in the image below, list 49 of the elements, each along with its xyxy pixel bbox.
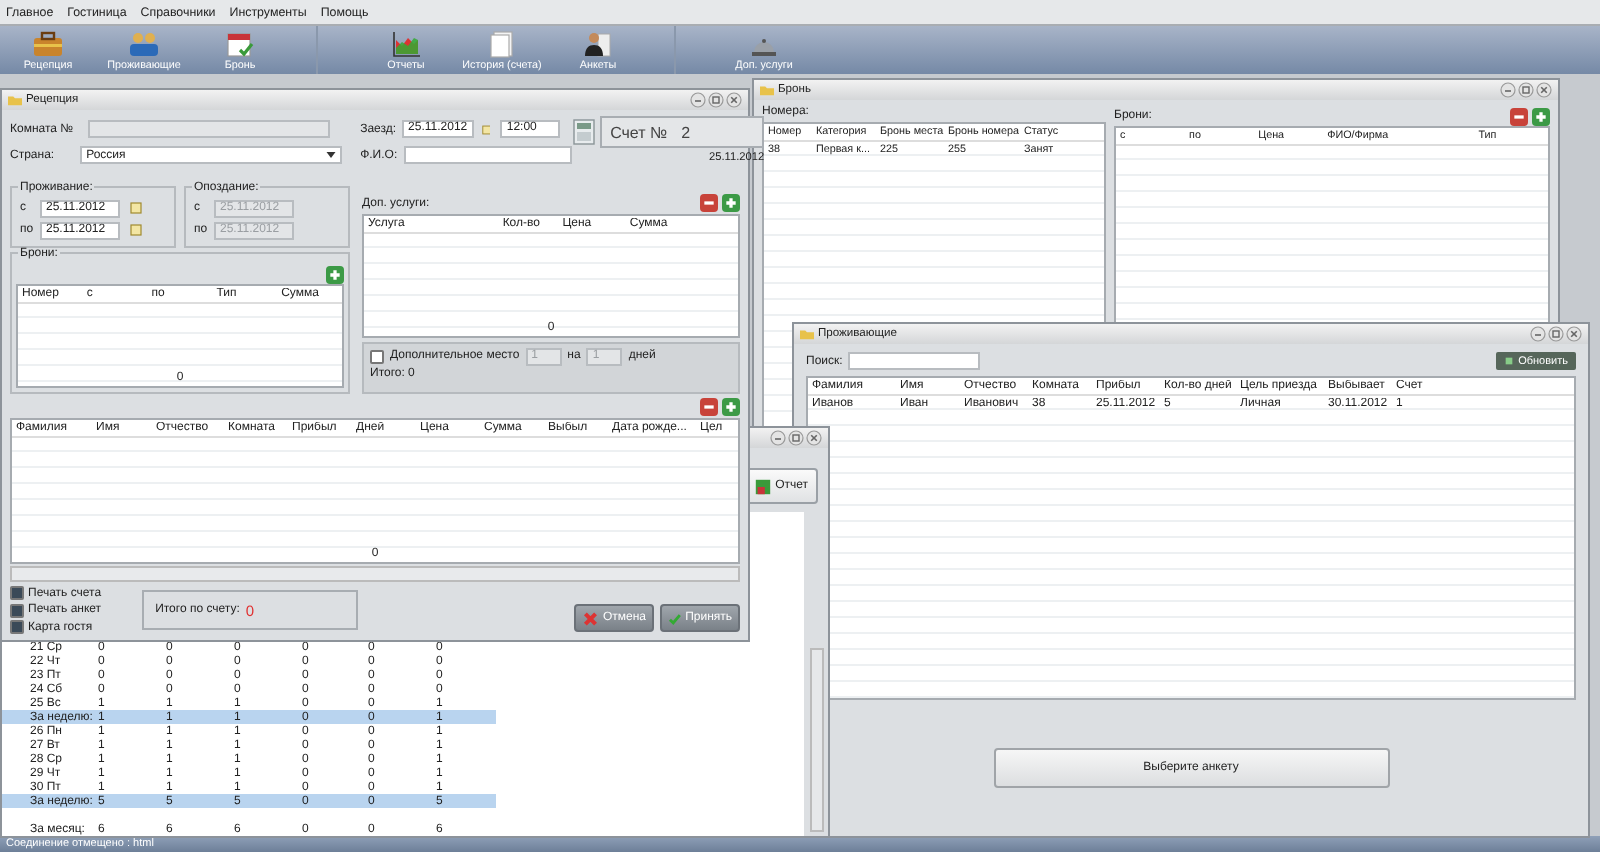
remove-button[interactable] <box>700 397 718 416</box>
maximize-icon[interactable] <box>1518 82 1534 98</box>
add-button[interactable] <box>722 397 740 416</box>
search-field[interactable] <box>848 352 981 370</box>
maximize-icon[interactable] <box>1548 326 1564 342</box>
option-checkbox[interactable] <box>10 620 24 635</box>
add-button[interactable] <box>722 194 740 213</box>
person-icon <box>582 29 614 57</box>
remove-button[interactable] <box>700 194 718 213</box>
minimize-icon[interactable] <box>1530 326 1546 342</box>
close-icon[interactable] <box>1536 82 1552 98</box>
people-icon <box>128 29 160 57</box>
folder-icon <box>8 94 22 106</box>
minimize-icon[interactable] <box>1500 82 1516 98</box>
document-icon <box>486 29 518 57</box>
plus-icon <box>724 196 738 211</box>
maximize-icon[interactable] <box>788 430 804 446</box>
room-field[interactable] <box>87 120 330 138</box>
check-icon <box>668 609 682 628</box>
bar-chart-icon <box>390 29 422 57</box>
plus-icon <box>328 267 342 282</box>
option-checkbox[interactable] <box>10 603 24 618</box>
suitcase-icon <box>32 29 64 57</box>
scrollbar[interactable] <box>810 648 824 832</box>
option-checkbox[interactable] <box>10 586 24 601</box>
caret-icon <box>326 152 337 158</box>
minus-icon <box>702 399 716 414</box>
invoice-number: 2 <box>681 123 691 141</box>
cross-icon <box>582 609 599 628</box>
minus-icon <box>1512 109 1526 123</box>
folder-icon <box>760 84 774 96</box>
add-button[interactable] <box>1532 107 1550 125</box>
add-button[interactable] <box>326 265 344 284</box>
close-icon[interactable] <box>1566 326 1582 342</box>
plus-icon <box>1534 109 1548 123</box>
extra-place-checkbox[interactable] <box>370 349 384 364</box>
name-field[interactable] <box>403 146 572 164</box>
invoice-label: Счет № <box>610 123 668 141</box>
remove-button[interactable] <box>1510 107 1528 125</box>
folder-icon <box>800 328 814 340</box>
minimize-icon[interactable] <box>690 92 706 108</box>
plus-icon <box>724 399 738 414</box>
close-icon[interactable] <box>726 92 742 108</box>
maximize-icon[interactable] <box>708 92 724 108</box>
calculator-icon <box>572 116 597 148</box>
horizontal-scrollbar[interactable] <box>10 566 740 583</box>
minus-icon <box>702 196 716 211</box>
minimize-icon[interactable] <box>770 430 786 446</box>
close-icon[interactable] <box>806 430 822 446</box>
